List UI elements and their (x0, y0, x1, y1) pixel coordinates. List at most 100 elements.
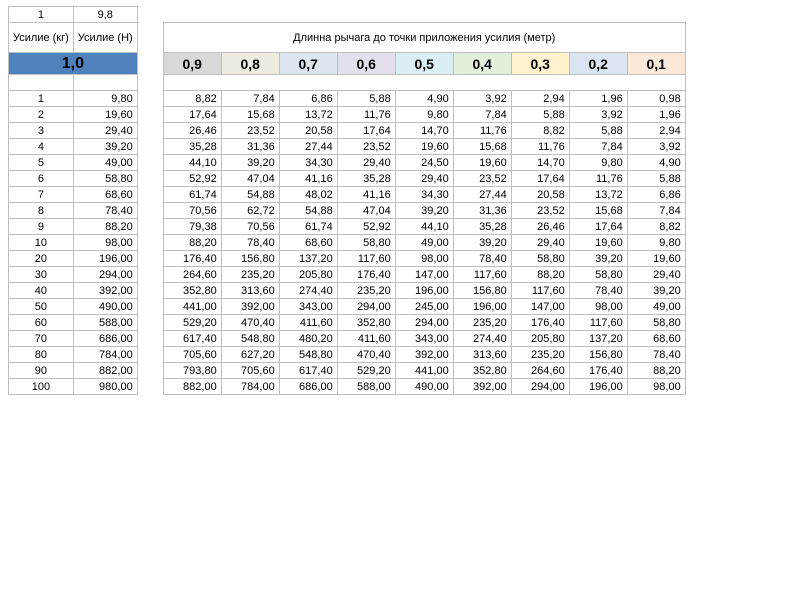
cell: 17,64 (163, 107, 221, 123)
cell: 156,80 (453, 283, 511, 299)
cell: 49,00 (627, 299, 685, 315)
cell: 176,40 (511, 315, 569, 331)
cell: 41,16 (337, 187, 395, 203)
cell: 548,80 (221, 331, 279, 347)
cell: 411,60 (279, 315, 337, 331)
table-row: 1098,0088,2078,4068,6058,8049,0039,2029,… (9, 235, 686, 251)
cell: 617,40 (279, 363, 337, 379)
cell: 61,74 (279, 219, 337, 235)
cell: 352,80 (453, 363, 511, 379)
cell: 4,90 (627, 155, 685, 171)
cell: 313,60 (221, 283, 279, 299)
cell: 78,40 (453, 251, 511, 267)
cell: 11,76 (453, 123, 511, 139)
row-newton: 980,00 (73, 379, 137, 395)
cell: 7,84 (453, 107, 511, 123)
row-newton: 68,60 (73, 187, 137, 203)
cell: 19,60 (453, 155, 511, 171)
cell: 2,94 (511, 91, 569, 107)
cell: 441,00 (395, 363, 453, 379)
cell: 58,80 (511, 251, 569, 267)
cell: 235,20 (511, 347, 569, 363)
cell: 70,56 (163, 203, 221, 219)
row-newton: 19,60 (73, 107, 137, 123)
cell: 35,28 (163, 139, 221, 155)
cell: 470,40 (337, 347, 395, 363)
cell: 58,80 (627, 315, 685, 331)
cell: 35,28 (337, 171, 395, 187)
cell: 11,76 (511, 139, 569, 155)
cell: 49,00 (395, 235, 453, 251)
cell: 29,40 (627, 267, 685, 283)
cell: 3,92 (453, 91, 511, 107)
cell: 17,64 (337, 123, 395, 139)
table-row: 768,6061,7454,8848,0241,1634,3027,4420,5… (9, 187, 686, 203)
cell: 137,20 (569, 331, 627, 347)
row-newton: 392,00 (73, 283, 137, 299)
cell: 5,88 (511, 107, 569, 123)
cell: 17,64 (511, 171, 569, 187)
lever-table: 1 9,8 Усилие (кг) Усилие (Н) Длинна рыча… (8, 6, 686, 395)
row-index: 50 (9, 299, 74, 315)
cell: 0,98 (627, 91, 685, 107)
cell: 5,88 (627, 171, 685, 187)
cell: 79,38 (163, 219, 221, 235)
lever-col-2: 0,7 (279, 53, 337, 75)
cell: 117,60 (569, 315, 627, 331)
cell: 26,46 (163, 123, 221, 139)
table-row: 549,0044,1039,2034,3029,4024,5019,6014,7… (9, 155, 686, 171)
cell: 793,80 (163, 363, 221, 379)
cell: 588,00 (337, 379, 395, 395)
cell: 4,90 (395, 91, 453, 107)
cell: 784,00 (221, 379, 279, 395)
cell: 58,80 (337, 235, 395, 251)
row-index: 5 (9, 155, 74, 171)
table-row: 50490,00441,00392,00343,00294,00245,0019… (9, 299, 686, 315)
cell: 294,00 (395, 315, 453, 331)
cell: 27,44 (453, 187, 511, 203)
cell: 705,60 (221, 363, 279, 379)
cell: 882,00 (163, 379, 221, 395)
lever-col-4: 0,5 (395, 53, 453, 75)
header-force-kg: Усилие (кг) (9, 23, 74, 53)
cell: 294,00 (337, 299, 395, 315)
row-newton: 588,00 (73, 315, 137, 331)
cell: 245,00 (395, 299, 453, 315)
cell: 19,60 (569, 235, 627, 251)
cell: 23,52 (337, 139, 395, 155)
row-newton: 88,20 (73, 219, 137, 235)
cell: 34,30 (279, 155, 337, 171)
row-index: 10 (9, 235, 74, 251)
cell: 58,80 (569, 267, 627, 283)
cell: 23,52 (221, 123, 279, 139)
cell: 68,60 (279, 235, 337, 251)
cell: 62,72 (221, 203, 279, 219)
cell: 47,04 (337, 203, 395, 219)
cell: 23,52 (511, 203, 569, 219)
cell: 31,36 (221, 139, 279, 155)
row-index: 8 (9, 203, 74, 219)
cell: 8,82 (163, 91, 221, 107)
cell: 39,20 (627, 283, 685, 299)
cell: 117,60 (337, 251, 395, 267)
cell: 1,96 (627, 107, 685, 123)
cell: 39,20 (569, 251, 627, 267)
cell: 6,86 (279, 91, 337, 107)
cell: 147,00 (395, 267, 453, 283)
lever-col-1: 0,8 (221, 53, 279, 75)
row-newton: 196,00 (73, 251, 137, 267)
cell: 78,40 (627, 347, 685, 363)
row-index: 7 (9, 187, 74, 203)
cell: 44,10 (395, 219, 453, 235)
cell: 20,58 (511, 187, 569, 203)
table-row: 20196,00176,40156,80137,20117,6098,0078,… (9, 251, 686, 267)
cell: 392,00 (221, 299, 279, 315)
table-row: 439,2035,2831,3627,4423,5219,6015,6811,7… (9, 139, 686, 155)
cell: 490,00 (395, 379, 453, 395)
main-value[interactable]: 1,0 (9, 53, 138, 75)
top-gravity: 9,8 (73, 7, 137, 23)
cell: 3,92 (627, 139, 685, 155)
cell: 68,60 (627, 331, 685, 347)
table-row: 219,6017,6415,6813,7211,769,807,845,883,… (9, 107, 686, 123)
cell: 15,68 (221, 107, 279, 123)
